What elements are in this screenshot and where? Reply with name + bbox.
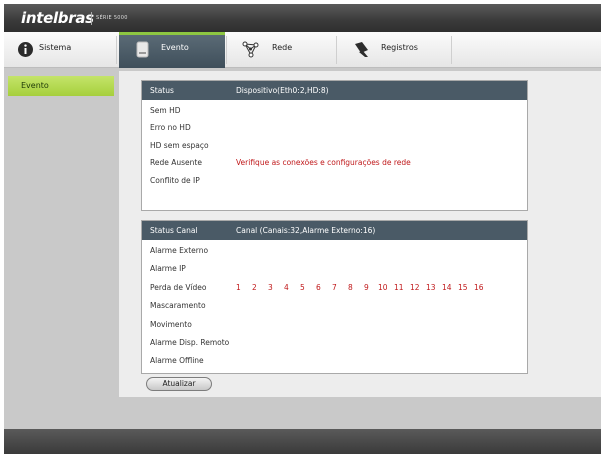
video-loss-channel: 8 bbox=[348, 283, 353, 292]
log-icon bbox=[355, 42, 368, 57]
tab-evento[interactable]: Evento bbox=[119, 32, 225, 68]
info-icon bbox=[18, 42, 33, 57]
video-loss-channel: 3 bbox=[268, 283, 273, 292]
channel-row-label: Alarme Disp. Remoto bbox=[150, 338, 230, 347]
video-loss-channel: 1 bbox=[236, 283, 241, 292]
channel-row-label: Alarme IP bbox=[150, 264, 186, 273]
channel-row-label: Alarme Externo bbox=[150, 246, 209, 255]
video-loss-channel: 15 bbox=[458, 283, 468, 292]
video-loss-channel: 6 bbox=[316, 283, 321, 292]
status-row-label: Conflito de IP bbox=[150, 176, 200, 185]
channel-row-label: Perda de Vídeo bbox=[150, 283, 207, 292]
video-loss-channel: 10 bbox=[378, 283, 388, 292]
video-loss-channel: 11 bbox=[394, 283, 404, 292]
video-loss-channel: 7 bbox=[332, 283, 337, 292]
status-row-label: Erro no HD bbox=[150, 123, 191, 132]
tab-divider bbox=[451, 36, 452, 64]
tab-label: Rede bbox=[272, 43, 293, 52]
channel-header-value: Canal (Canais:32,Alarme Externo:16) bbox=[236, 226, 376, 235]
tab-registros[interactable]: Registros bbox=[337, 32, 449, 68]
video-loss-channel: 5 bbox=[300, 283, 305, 292]
channel-row-label: Alarme Offline bbox=[150, 356, 204, 365]
tab-label: Evento bbox=[161, 43, 189, 52]
channel-row-label: Mascaramento bbox=[150, 301, 206, 310]
bottom-bar bbox=[4, 429, 601, 454]
video-loss-channel: 2 bbox=[252, 283, 257, 292]
main-tab-bar: Sistema Evento Rede Registros bbox=[4, 32, 601, 68]
status-header-label: Status bbox=[150, 86, 174, 95]
device-status-panel: Status Dispositivo(Eth0:2,HD:8) Sem HD E… bbox=[141, 80, 528, 211]
video-loss-channel: 13 bbox=[426, 283, 436, 292]
app-window: intelbras SÉRIE 5000 Sistema Evento Rede… bbox=[4, 4, 601, 454]
video-loss-channel: 9 bbox=[364, 283, 369, 292]
status-header-value: Dispositivo(Eth0:2,HD:8) bbox=[236, 86, 329, 95]
network-warning-text: Verifique as conexões e configurações de… bbox=[236, 158, 411, 167]
channel-status-panel: Status Canal Canal (Canais:32,Alarme Ext… bbox=[141, 220, 528, 374]
network-icon bbox=[242, 41, 259, 58]
device-status-header: Status Dispositivo(Eth0:2,HD:8) bbox=[142, 81, 527, 100]
tab-divider bbox=[116, 36, 117, 64]
status-row-label: Sem HD bbox=[150, 106, 181, 115]
status-row-label: Rede Ausente bbox=[150, 158, 202, 167]
channel-row-label: Movimento bbox=[150, 320, 192, 329]
tab-label: Registros bbox=[381, 43, 418, 52]
hdd-icon bbox=[136, 41, 149, 58]
channel-status-header: Status Canal Canal (Canais:32,Alarme Ext… bbox=[142, 221, 527, 240]
video-loss-channel: 12 bbox=[410, 283, 420, 292]
brand-logo: intelbras bbox=[21, 9, 94, 27]
channel-header-label: Status Canal bbox=[150, 226, 198, 235]
series-label: SÉRIE 5000 bbox=[96, 15, 128, 21]
top-bar: intelbras SÉRIE 5000 bbox=[4, 4, 601, 32]
video-loss-channel: 14 bbox=[442, 283, 452, 292]
tab-rede[interactable]: Rede bbox=[227, 32, 335, 68]
video-loss-channel: 4 bbox=[284, 283, 289, 292]
logo-divider bbox=[91, 12, 92, 25]
status-row-label: HD sem espaço bbox=[150, 141, 209, 150]
tab-sistema[interactable]: Sistema bbox=[4, 32, 114, 68]
tab-label: Sistema bbox=[39, 43, 72, 52]
video-loss-channel: 16 bbox=[474, 283, 484, 292]
refresh-button[interactable]: Atualizar bbox=[146, 377, 212, 391]
sidebar-item-label: Evento bbox=[21, 81, 49, 90]
content-area: Status Dispositivo(Eth0:2,HD:8) Sem HD E… bbox=[119, 71, 601, 397]
sidebar-item-evento[interactable]: Evento bbox=[8, 76, 114, 96]
